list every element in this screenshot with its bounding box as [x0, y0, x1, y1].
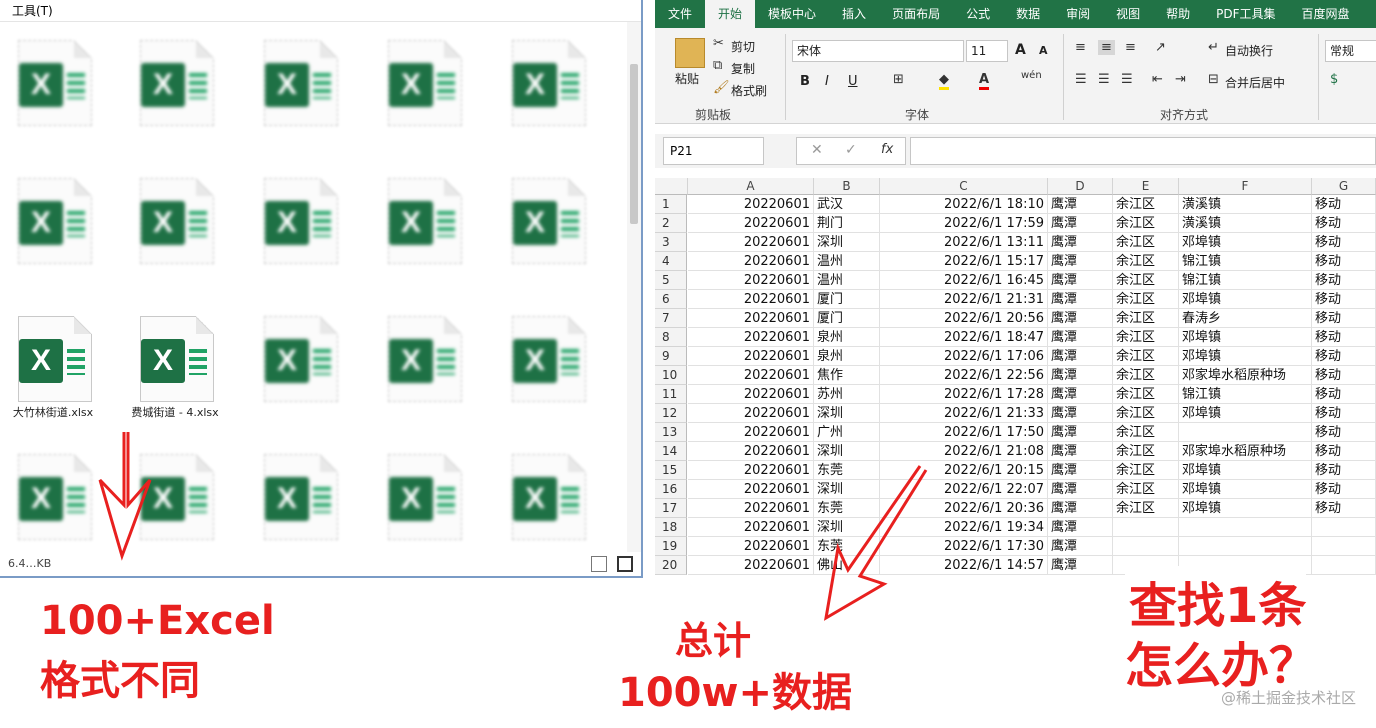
- annotation-middle-line1: 总计: [675, 619, 752, 663]
- arrow-left: [98, 432, 152, 561]
- annotation-left-line1: 100+Excel: [40, 598, 275, 644]
- arrow-middle: [823, 465, 928, 621]
- annotation-right-line2: 怎么办？: [1125, 638, 1318, 694]
- annotation-middle-line2: 100w+数据: [618, 670, 852, 716]
- annotation-left-line2: 格式不同: [40, 658, 200, 704]
- watermark: @稀土掘金技术社区: [1220, 689, 1356, 707]
